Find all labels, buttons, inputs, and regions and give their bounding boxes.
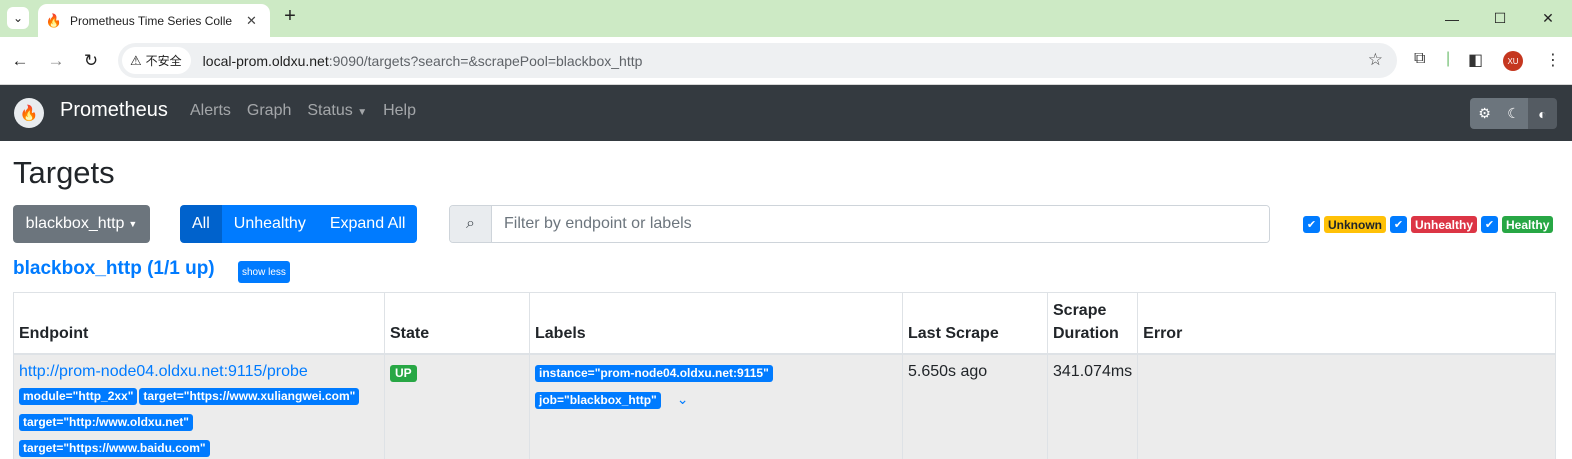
search-icon: ⌕ (450, 206, 492, 242)
show-less-button[interactable]: show less (238, 261, 290, 283)
unknown-checkbox[interactable]: ✔ (1303, 216, 1320, 233)
nav-links: Alerts Graph Status ▼ Help (190, 102, 432, 120)
browser-tab[interactable]: 🔥 Prometheus Time Series Colle ✕ (38, 4, 270, 37)
brand-link[interactable]: Prometheus (60, 99, 168, 122)
browser-theme-contrast-icon[interactable]: ◐ (1528, 98, 1557, 129)
back-arrow-icon[interactable]: ← (9, 50, 31, 72)
dark-theme-moon-icon[interactable]: ☾ (1499, 98, 1528, 129)
health-filters: ✔ Unknown ✔ Unhealthy ✔ Healthy (1303, 216, 1557, 233)
theme-toggle-group: ⚙ ☾ ◐ (1470, 98, 1557, 129)
window-controls: — ☐ ✕ (1428, 0, 1572, 37)
warning-triangle-icon: ⚠ (130, 52, 142, 68)
header-scrape-duration: Scrape Duration (1046, 292, 1139, 355)
healthy-checkbox[interactable]: ✔ (1481, 216, 1499, 233)
tab-title: Prometheus Time Series Colle (70, 13, 233, 28)
scrape-pool-dropdown[interactable]: blackbox_http ▼ (13, 205, 150, 243)
unhealthy-badge: Unhealthy (1411, 216, 1478, 233)
nav-link-status-label: Status (307, 102, 353, 119)
param-badge: target="http:/www.oldxu.net" (19, 414, 193, 431)
nav-link-help[interactable]: Help (383, 102, 416, 120)
tab-close-icon[interactable]: ✕ (246, 13, 257, 29)
browser-toolbar: ← → ↻ ⚠ 不安全 local-prom.oldxu.net:9090/ta… (0, 37, 1572, 85)
new-tab-plus-icon[interactable]: + (280, 5, 300, 28)
labels-cell: instance="prom-node04.oldxu.net:9115" jo… (529, 353, 903, 459)
url-path: :9090/targets?search=&scrapePool=blackbo… (328, 52, 643, 69)
param-badge: target="https://www.xuliangwei.com" (139, 388, 360, 405)
param-badge: target="https://www.baidu.com" (19, 440, 210, 457)
error-cell (1137, 353, 1556, 459)
prometheus-logo-icon[interactable]: 🔥 (14, 98, 44, 128)
nav-link-alerts[interactable]: Alerts (190, 102, 231, 120)
url-host: local-prom.oldxu.net (202, 52, 329, 69)
caret-down-icon: ▼ (128, 219, 138, 229)
maximize-icon[interactable]: ☐ (1476, 0, 1524, 37)
browser-tab-bar: ⌄ 🔥 Prometheus Time Series Colle ✕ + — ☐… (0, 0, 1572, 37)
table-header-row: Endpoint State Labels Last Scrape Scrape… (13, 292, 1556, 355)
header-labels: Labels (529, 292, 903, 355)
light-theme-gear-icon[interactable]: ⚙ (1470, 98, 1499, 129)
header-error: Error (1137, 292, 1556, 355)
reload-icon[interactable]: ↻ (80, 50, 102, 72)
nav-link-graph[interactable]: Graph (247, 102, 291, 120)
side-panel-icon[interactable]: ◧ (1468, 50, 1483, 70)
label-badge: job="blackbox_http" (535, 392, 661, 409)
targets-table: Endpoint State Labels Last Scrape Scrape… (13, 292, 1556, 459)
prometheus-favicon-icon: 🔥 (45, 12, 63, 28)
table-row: http://prom-node04.oldxu.net:9115/probe … (13, 353, 1556, 459)
prometheus-navbar: 🔥 Prometheus Alerts Graph Status ▼ Help … (0, 85, 1572, 141)
scrape-duration-cell: 341.074ms (1046, 353, 1139, 459)
search-group: ⌕ (449, 205, 1270, 243)
state-cell: UP (384, 353, 530, 459)
profile-avatar[interactable]: XU (1503, 51, 1523, 71)
scrape-pool-label: blackbox_http (25, 215, 125, 232)
endpoint-params: module="http_2xx" target="https://www.xul… (19, 386, 379, 458)
url-text[interactable]: local-prom.oldxu.net:9090/targets?search… (203, 53, 643, 69)
last-scrape-cell: 5.650s ago (902, 353, 1048, 459)
tab-search-chevron-icon[interactable]: ⌄ (7, 7, 29, 29)
forward-arrow-icon[interactable]: → (45, 50, 67, 72)
param-badge: module="http_2xx" (19, 388, 138, 405)
search-input[interactable] (492, 206, 1269, 242)
close-window-icon[interactable]: ✕ (1524, 0, 1572, 37)
header-state: State (384, 292, 530, 355)
filter-all-button[interactable]: All (180, 205, 222, 243)
filter-button-group: All Unhealthy Expand All (180, 205, 418, 243)
endpoint-link[interactable]: http://prom-node04.oldxu.net:9115/probe (19, 362, 379, 382)
security-chip[interactable]: ⚠ 不安全 (122, 47, 191, 74)
nav-link-status[interactable]: Status ▼ (307, 102, 367, 120)
healthy-badge: Healthy (1502, 216, 1554, 233)
caret-down-icon: ▼ (357, 107, 368, 118)
unknown-badge: Unknown (1324, 216, 1386, 233)
address-bar[interactable]: ⚠ 不安全 local-prom.oldxu.net:9090/targets?… (118, 43, 1397, 78)
bookmark-star-icon[interactable]: ☆ (1368, 50, 1383, 70)
expand-all-button[interactable]: Expand All (317, 205, 418, 243)
endpoint-cell: http://prom-node04.oldxu.net:9115/probe … (13, 353, 385, 459)
page-title: Targets (13, 155, 115, 190)
security-label: 不安全 (145, 54, 182, 68)
label-badge: instance="prom-node04.oldxu.net:9115" (535, 365, 773, 382)
toolbar-divider: | (1446, 50, 1451, 67)
state-badge: UP (390, 365, 417, 382)
filter-unhealthy-button[interactable]: Unhealthy (221, 205, 318, 243)
minimize-icon[interactable]: — (1428, 0, 1476, 37)
extensions-puzzle-icon[interactable]: ⧉ (1414, 50, 1425, 68)
header-endpoint: Endpoint (13, 292, 385, 355)
expand-labels-chevron-icon[interactable]: ⌄ (677, 389, 689, 409)
header-last-scrape: Last Scrape (902, 292, 1048, 355)
unhealthy-checkbox[interactable]: ✔ (1390, 216, 1407, 233)
scrape-pool-heading-link[interactable]: blackbox_http (1/1 up) (13, 258, 215, 280)
browser-menu-icon[interactable]: ⋮ (1545, 50, 1561, 70)
